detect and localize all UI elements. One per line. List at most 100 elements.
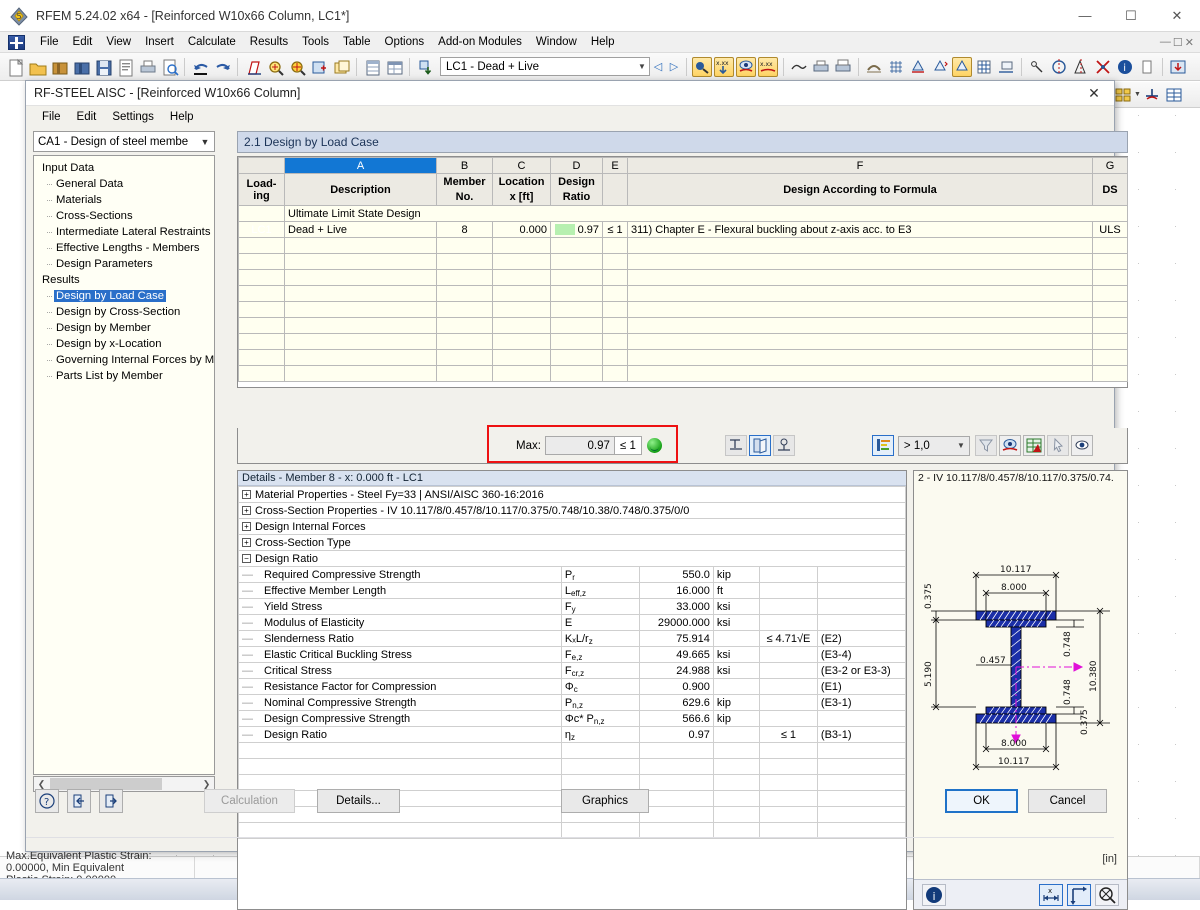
- details-row[interactable]: — Yield Stress Fy 33.000 ksi: [238, 598, 906, 615]
- table-row-empty[interactable]: [238, 253, 1128, 270]
- details-row[interactable]: — Elastic Critical Buckling Stress Fe,z 4…: [238, 646, 906, 663]
- table-group-row[interactable]: Ultimate Limit State Design: [238, 205, 1128, 222]
- axes-icon[interactable]: [1067, 883, 1091, 906]
- design-case-combo[interactable]: CA1 - Design of steel members ▼: [33, 131, 215, 152]
- tile-windows-icon[interactable]: [1113, 85, 1133, 105]
- dialog-menu-edit[interactable]: Edit: [69, 109, 105, 125]
- print-results-icon[interactable]: [811, 57, 831, 77]
- expander-icon[interactable]: +: [242, 490, 251, 500]
- menu-results[interactable]: Results: [243, 34, 295, 50]
- open-project-icon[interactable]: [49, 57, 69, 77]
- select-in-model-icon[interactable]: [1046, 435, 1069, 456]
- color-scale-icon[interactable]: [748, 435, 771, 456]
- menu-calculate[interactable]: Calculate: [181, 34, 243, 50]
- load-case-combo[interactable]: LC1 - Dead + Live ▼: [440, 57, 650, 76]
- tree-item-cross-sections[interactable]: ··· Cross-Sections: [38, 208, 214, 224]
- tree-item-design-by-load-case[interactable]: ··· Design by Load Case: [38, 288, 214, 304]
- prev-load-case-button[interactable]: ◁: [650, 60, 666, 73]
- expander-icon[interactable]: +: [242, 522, 251, 532]
- table-row-empty[interactable]: [238, 301, 1128, 318]
- printout-report-icon[interactable]: [115, 57, 135, 77]
- isometric-view-icon[interactable]: [952, 56, 972, 77]
- details-row[interactable]: — Slenderness Ratio KₓL/rz 75.914 ≤ 4.71√…: [238, 630, 906, 647]
- add-on-modules-icon[interactable]: [1168, 57, 1188, 77]
- info-icon[interactable]: i: [1115, 57, 1135, 77]
- details-section-internal-forces[interactable]: + Design Internal Forces: [238, 518, 906, 535]
- menu-window[interactable]: Window: [529, 34, 584, 50]
- details-section-design-ratio[interactable]: − Design Ratio: [238, 550, 906, 567]
- cancel-button[interactable]: Cancel: [1028, 789, 1107, 813]
- menu-tools[interactable]: Tools: [295, 34, 336, 50]
- zoom-window-icon[interactable]: [287, 57, 307, 77]
- tree-item-materials[interactable]: ··· Materials: [38, 192, 214, 208]
- col-letter-a[interactable]: A: [284, 157, 437, 174]
- undo-icon[interactable]: [190, 57, 210, 77]
- pointer-tool-icon[interactable]: [1027, 57, 1047, 77]
- details-row[interactable]: — Design Ratio ηz 0.97 ≤ 1 (B3-1): [238, 726, 906, 743]
- tree-item-design-by-x-location[interactable]: ··· Design by x-Location: [38, 336, 214, 352]
- tree-item-governing-internal-forces-by-member[interactable]: ···Governing Internal Forces by Member: [38, 352, 214, 368]
- zoom-icon[interactable]: [1095, 883, 1119, 906]
- details-section-material[interactable]: + Material Properties - Steel Fy=33 | ANS…: [238, 486, 906, 503]
- menu-table[interactable]: Table: [336, 34, 378, 50]
- mdi-minimize-button[interactable]: —: [1160, 36, 1171, 49]
- chevron-down-icon[interactable]: ▼: [196, 137, 214, 147]
- details-section-row[interactable]: + Material Properties - Steel Fy=33 | ANS…: [238, 486, 906, 503]
- redo-icon[interactable]: [212, 57, 232, 77]
- tree-item-general-data[interactable]: ··· General Data: [38, 176, 214, 192]
- next-load-case-button[interactable]: ▷: [666, 60, 682, 73]
- result-table-icon[interactable]: [1164, 85, 1184, 105]
- maximize-button[interactable]: ☐: [1108, 0, 1154, 32]
- dialog-menu-settings[interactable]: Settings: [104, 109, 162, 125]
- tree-item-design-parameters[interactable]: ··· Design Parameters: [38, 256, 214, 272]
- open-recent-icon[interactable]: [71, 57, 91, 77]
- export-icon[interactable]: [99, 789, 123, 813]
- details-section-cross-section-properties[interactable]: + Cross-Section Properties - IV 10.117/8/…: [238, 502, 906, 519]
- clipboard-icon[interactable]: [1137, 57, 1157, 77]
- section-view-icon[interactable]: [996, 57, 1016, 77]
- table-row-empty[interactable]: [238, 269, 1128, 286]
- calculation-button[interactable]: Calculation: [204, 789, 295, 813]
- col-letter-b[interactable]: B: [436, 157, 493, 174]
- menu-file[interactable]: File: [33, 34, 66, 50]
- navigation-tree[interactable]: ···Input Data ···General Data ···Materia…: [33, 155, 215, 775]
- close-button[interactable]: ✕: [1154, 0, 1200, 32]
- rotate-view-icon[interactable]: [908, 57, 928, 77]
- result-diagram-icon[interactable]: [724, 435, 747, 456]
- mirror-icon[interactable]: [1049, 57, 1069, 77]
- menu-view[interactable]: View: [99, 34, 138, 50]
- mdi-close-button[interactable]: ✕: [1185, 36, 1194, 49]
- expander-icon[interactable]: −: [242, 554, 251, 564]
- col-letter-g[interactable]: G: [1092, 157, 1128, 174]
- tree-item-effective-lengths-members[interactable]: ··· Effective Lengths - Members: [38, 240, 214, 256]
- col-letter-d[interactable]: D: [550, 157, 603, 174]
- results-grid[interactable]: A B C D E F G Load- ing Description Memb…: [237, 156, 1128, 388]
- symmetry-icon[interactable]: [1071, 57, 1091, 77]
- details-row-empty[interactable]: [238, 742, 906, 759]
- details-section-cross-section-type[interactable]: + Cross-Section Type: [238, 534, 906, 551]
- rotate-view2-icon[interactable]: [930, 57, 950, 77]
- tree-item-results[interactable]: ···Results: [38, 272, 214, 288]
- details-section-row[interactable]: + Design Internal Forces: [238, 518, 906, 535]
- details-row[interactable]: — Design Compressive Strength Φc* Pn,z 56…: [238, 710, 906, 727]
- support-reactions-icon[interactable]: x.xx: [714, 56, 734, 77]
- open-file-icon[interactable]: [27, 57, 47, 77]
- menu-insert[interactable]: Insert: [138, 34, 181, 50]
- tree-item-input-data[interactable]: ···Input Data: [38, 160, 214, 176]
- save-icon[interactable]: [93, 57, 113, 77]
- details-row[interactable]: — Effective Member Length Leff,z 16.000 f…: [238, 582, 906, 599]
- menu-help[interactable]: Help: [584, 34, 622, 50]
- tree-item-intermediate-lateral-restraints[interactable]: ··· Intermediate Lateral Restraints: [38, 224, 214, 240]
- model-view-icon[interactable]: [974, 57, 994, 77]
- expander-icon[interactable]: +: [242, 538, 251, 548]
- visibility-icon[interactable]: [1070, 435, 1093, 456]
- deformation-results-icon[interactable]: [692, 56, 712, 77]
- details-row-empty[interactable]: [238, 758, 906, 775]
- details-row[interactable]: — Nominal Compressive Strength Pn,z 629.6…: [238, 694, 906, 711]
- results-on-members-icon[interactable]: [736, 56, 756, 77]
- table-row-empty[interactable]: [238, 349, 1128, 366]
- ok-button[interactable]: OK: [945, 789, 1018, 813]
- graphics-button[interactable]: Graphics: [561, 789, 649, 813]
- import-icon[interactable]: [67, 789, 91, 813]
- table-row-empty[interactable]: [238, 285, 1128, 302]
